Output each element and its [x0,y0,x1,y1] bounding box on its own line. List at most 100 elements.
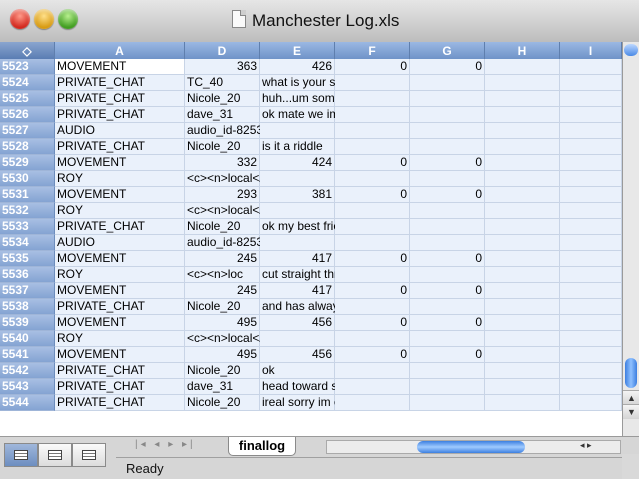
cell-e[interactable]: head toward subway on portland street [260,379,469,395]
row-header[interactable]: 5537 [0,283,55,299]
cell-i[interactable] [560,75,622,91]
cell-d[interactable]: dave_31 [185,379,260,395]
cell-h[interactable] [485,299,560,315]
cell-f[interactable] [335,331,410,347]
cell-d[interactable]: Nicole_20 [185,91,260,107]
cell-d[interactable]: <c><n>loc [185,267,260,283]
cell-i[interactable] [560,395,622,411]
cell-g[interactable] [410,171,485,187]
vertical-scrollbar[interactable]: ▲ ▼ [622,42,639,436]
cell-g[interactable] [410,107,485,123]
row-header[interactable]: 5543 [0,379,55,395]
cell-i[interactable] [560,315,622,331]
cell-i[interactable] [560,251,622,267]
row-header[interactable]: 5535 [0,251,55,267]
cell-g[interactable] [410,379,485,395]
cell-a[interactable]: MOVEMENT [55,187,185,203]
cell-d[interactable]: Nicole_20 [185,219,260,235]
cell-h[interactable] [485,347,560,363]
cell-i[interactable] [560,171,622,187]
cell-e[interactable]: 381 [260,187,335,203]
column-header-i[interactable]: I [560,42,622,59]
cell-a[interactable]: PRIVATE_CHAT [55,299,185,315]
column-header-f[interactable]: F [335,42,410,59]
cell-f[interactable]: 0 [335,187,410,203]
cell-h[interactable] [485,315,560,331]
row-header[interactable]: 5536 [0,267,55,283]
cell-d[interactable]: 495 [185,347,260,363]
cell-d[interactable]: <c><n>local</n><t>2</t><m>An ambulance s… [185,331,534,347]
cell-i[interactable] [560,219,622,235]
row-header[interactable]: 5540 [0,331,55,347]
cell-h[interactable] [485,171,560,187]
row-header[interactable]: 5525 [0,91,55,107]
cell-h[interactable] [485,123,560,139]
cell-d[interactable]: 363 [185,59,260,75]
column-header-e[interactable]: E [260,42,335,59]
row-header[interactable]: 5542 [0,363,55,379]
cell-a[interactable]: MOVEMENT [55,347,185,363]
row-header[interactable]: 5531 [0,187,55,203]
cell-g[interactable] [410,123,485,139]
cell-f[interactable] [335,395,410,411]
column-header-g[interactable]: G [410,42,485,59]
cell-i[interactable] [560,283,622,299]
cell-h[interactable] [485,219,560,235]
cell-e[interactable]: what is your status [260,75,361,91]
cell-d[interactable]: dave_31 [185,107,260,123]
horizontal-scroll-thumb[interactable] [417,441,525,453]
cell-g[interactable] [410,299,485,315]
cell-d[interactable]: Nicole_20 [185,139,260,155]
cell-f[interactable] [335,123,410,139]
scroll-left-arrow[interactable]: ◂ [580,440,585,450]
cell-f[interactable] [335,75,410,91]
page-break-view-button[interactable] [72,443,106,467]
cell-i[interactable] [560,299,622,315]
cell-d[interactable]: 495 [185,315,260,331]
cell-g[interactable]: 0 [410,187,485,203]
sheet-tab-finallog[interactable]: finallog [228,437,296,456]
row-header[interactable]: 5539 [0,315,55,331]
cell-g[interactable]: 0 [410,59,485,75]
cell-g[interactable] [410,235,485,251]
cell-h[interactable] [485,395,560,411]
cell-i[interactable] [560,331,622,347]
cell-i[interactable] [560,59,622,75]
cell-f[interactable] [335,203,410,219]
row-header[interactable]: 5529 [0,155,55,171]
cell-h[interactable] [485,75,560,91]
cell-e[interactable]: 456 [260,347,335,363]
cell-e[interactable]: 456 [260,315,335,331]
row-header[interactable]: 5526 [0,107,55,123]
cell-d[interactable]: audio_id-82537_time-1083871245828.mp3 [185,235,417,251]
cell-e[interactable]: cut straight through here. (17 minutes r… [260,267,549,283]
cell-d[interactable]: 245 [185,251,260,267]
cell-d[interactable]: <c><n>local</n><t>2</t><m>Where are you?… [185,203,538,219]
cell-e[interactable] [260,203,335,219]
cell-g[interactable] [410,75,485,91]
cell-h[interactable] [485,283,560,299]
row-header[interactable]: 5530 [0,171,55,187]
cell-g[interactable]: 0 [410,347,485,363]
title-bar[interactable]: Manchester Log.xls [0,0,639,43]
cell-a[interactable]: ROY [55,267,185,283]
row-header[interactable]: 5524 [0,75,55,91]
cell-a[interactable]: AUDIO [55,123,185,139]
cell-a[interactable]: PRIVATE_CHAT [55,379,185,395]
cell-e[interactable] [260,171,335,187]
scroll-up-arrow[interactable]: ▲ [623,390,639,405]
cell-g[interactable] [410,363,485,379]
cell-d[interactable]: TC_40 [185,75,260,91]
cell-f[interactable] [335,219,410,235]
cell-d[interactable]: 332 [185,155,260,171]
column-header-d[interactable]: D [185,42,260,59]
cell-a[interactable]: PRIVATE_CHAT [55,363,185,379]
cell-d[interactable]: Nicole_20 [185,395,260,411]
cell-g[interactable] [410,395,485,411]
cell-h[interactable] [485,235,560,251]
cell-a[interactable]: PRIVATE_CHAT [55,395,185,411]
row-header[interactable]: 5538 [0,299,55,315]
cell-h[interactable] [485,379,560,395]
cell-f[interactable] [335,299,410,315]
horizontal-scrollbar[interactable] [326,440,621,454]
